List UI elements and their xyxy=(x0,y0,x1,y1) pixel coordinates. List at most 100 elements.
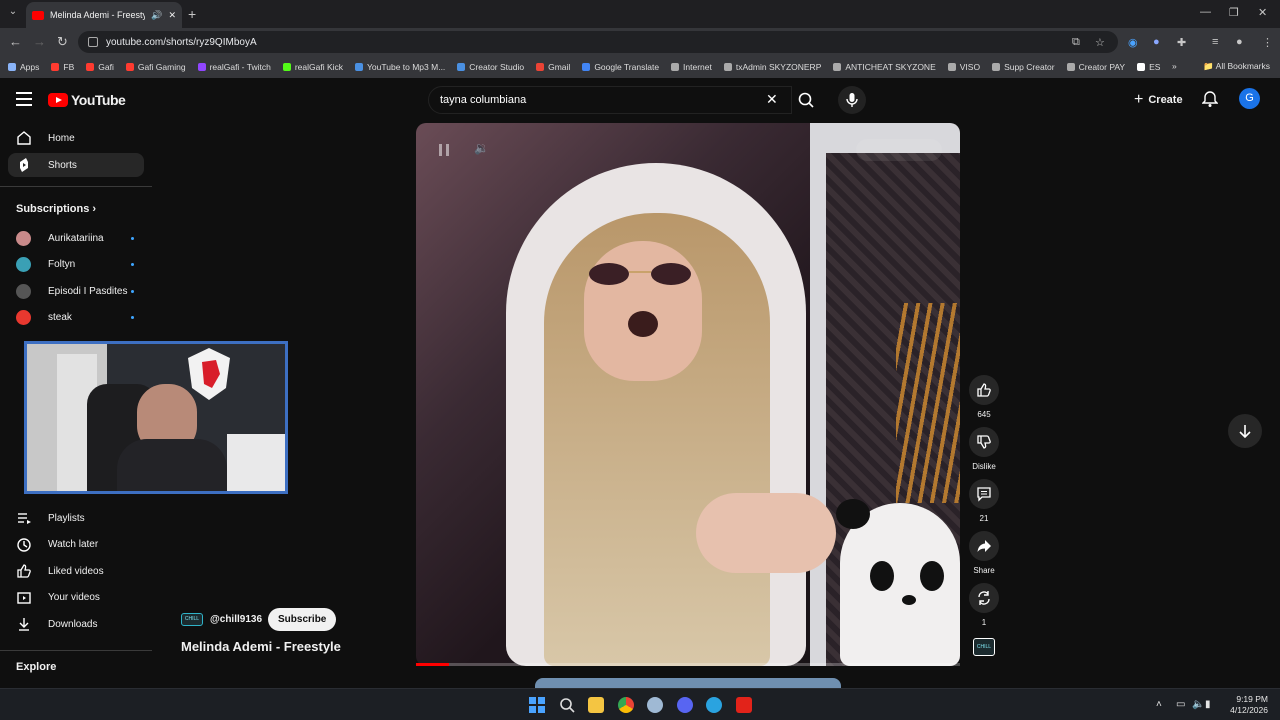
bookmark-favicon-icon xyxy=(51,63,60,71)
search-button[interactable] xyxy=(792,86,822,114)
search-icon[interactable] xyxy=(559,697,575,713)
sidebar-item-home[interactable]: Home xyxy=(8,126,144,150)
chrome-icon[interactable] xyxy=(617,697,634,713)
back-icon[interactable]: ← xyxy=(9,34,22,49)
system-clock[interactable]: 9:19 PM 4/12/2026 xyxy=(1230,694,1268,716)
bookmark-favicon-icon xyxy=(86,63,95,71)
bookmark-item[interactable]: Supp Creator xyxy=(992,62,1055,72)
video-progress-bar[interactable] xyxy=(416,663,960,666)
adobe-icon[interactable] xyxy=(735,697,752,713)
reload-icon[interactable]: ↻ xyxy=(57,34,68,50)
dislike-button[interactable] xyxy=(969,427,999,457)
next-short-button[interactable] xyxy=(1228,414,1262,448)
site-info-icon[interactable] xyxy=(88,37,98,47)
bookmark-item[interactable]: YouTube to Mp3 M... xyxy=(355,62,445,72)
tab-search-button[interactable]: ⌄ xyxy=(6,6,20,20)
extensions-puzzle-icon[interactable]: ✚ xyxy=(1177,36,1186,49)
telegram-icon[interactable] xyxy=(706,697,722,713)
speaker-icon[interactable]: 🔊 xyxy=(151,10,162,21)
subscription-item[interactable]: steak xyxy=(8,306,144,330)
bookmark-item[interactable]: ES xyxy=(1137,62,1160,72)
bookmark-item[interactable]: realGafi Kick xyxy=(282,62,343,72)
clear-search-icon[interactable]: ✕ xyxy=(766,91,778,108)
sidebar-item-downloads[interactable]: Downloads xyxy=(8,612,144,636)
comment-icon xyxy=(977,487,991,502)
account-avatar[interactable]: G xyxy=(1239,88,1260,109)
new-tab-button[interactable]: + xyxy=(188,6,196,22)
bookmark-item[interactable]: Google Translate xyxy=(582,62,659,72)
bookmark-star-icon[interactable]: ☆ xyxy=(1095,36,1105,49)
browser-menu-icon[interactable]: ⋮ xyxy=(1262,36,1273,49)
bookmark-item[interactable]: txAdmin SKYZONERP xyxy=(723,62,821,72)
like-button[interactable] xyxy=(969,375,999,405)
bookmark-item[interactable]: Creator Studio xyxy=(457,62,524,72)
share-action: Share xyxy=(969,531,999,575)
extension-icon[interactable]: ◉ xyxy=(1128,36,1138,49)
remix-button[interactable] xyxy=(969,583,999,613)
subscriptions-header[interactable]: Subscriptions › xyxy=(16,203,96,215)
channel-thumbnail-button[interactable]: CHILL xyxy=(973,638,995,656)
shorts-video-player[interactable]: 🔉 xyxy=(416,123,960,666)
all-bookmarks-button[interactable]: 📁 All Bookmarks xyxy=(1203,61,1270,72)
share-icon xyxy=(977,540,991,552)
network-icon[interactable]: ▭ xyxy=(1176,699,1185,710)
youtube-logo[interactable]: YouTube xyxy=(48,92,126,108)
extension-2-icon[interactable]: ● xyxy=(1153,36,1160,48)
voice-search-button[interactable] xyxy=(838,86,866,114)
bookmark-item[interactable]: Gafi Gaming xyxy=(125,62,186,72)
battery-icon[interactable]: ▮ xyxy=(1205,699,1211,710)
clock-time: 9:19 PM xyxy=(1236,694,1268,704)
subscription-item[interactable]: Aurikatariina xyxy=(8,226,144,250)
browser-tab[interactable]: Melinda Ademi - Freestyle 🔊 ✕ xyxy=(26,2,182,28)
profile-icon[interactable]: ● xyxy=(1236,36,1243,48)
subscription-item[interactable]: Foltyn xyxy=(8,253,144,277)
address-bar[interactable]: youtube.com/shorts/ryz9QIMboyA xyxy=(78,31,1118,53)
bookmark-item[interactable]: Gafi xyxy=(86,62,114,72)
comments-button[interactable] xyxy=(969,479,999,509)
bookmarks-overflow-icon[interactable]: » xyxy=(1172,61,1177,71)
comment-count: 21 xyxy=(979,514,989,523)
short-title[interactable]: Melinda Ademi - Freestyle xyxy=(181,639,341,654)
notifications-bell-icon[interactable] xyxy=(1202,90,1218,108)
url-text[interactable]: youtube.com/shorts/ryz9QIMboyA xyxy=(106,37,257,48)
steam-icon[interactable] xyxy=(647,697,663,713)
bookmark-item[interactable]: VISO xyxy=(947,62,980,72)
hamburger-menu-icon[interactable] xyxy=(16,92,32,106)
divider xyxy=(0,650,152,651)
tray-overflow-icon[interactable]: ˄ xyxy=(1156,699,1162,710)
bookmark-item[interactable]: Internet xyxy=(671,62,712,72)
discord-icon[interactable] xyxy=(676,697,693,713)
volume-icon[interactable]: 🔉 xyxy=(474,141,489,155)
sidebar-item-playlists[interactable]: Playlists xyxy=(8,506,144,530)
sidebar-item-your-videos[interactable]: Your videos xyxy=(8,586,144,610)
search-input[interactable]: tayna columbiana xyxy=(428,86,792,114)
minimize-icon[interactable]: — xyxy=(1200,6,1211,18)
forward-icon[interactable]: → xyxy=(33,34,46,49)
tab-close-icon[interactable]: ✕ xyxy=(168,10,176,21)
thumbs-down-icon xyxy=(977,435,991,449)
create-button[interactable]: + Create xyxy=(1134,91,1183,109)
subscribe-button[interactable]: Subscribe xyxy=(268,608,337,631)
avatar xyxy=(16,230,31,246)
bookmark-item[interactable]: realGafi - Twitch xyxy=(197,62,271,72)
install-app-icon[interactable]: ⧉ xyxy=(1072,36,1080,49)
volume-tray-icon[interactable]: 🔈 xyxy=(1192,699,1204,710)
media-controls-icon[interactable]: ≡ xyxy=(1212,36,1218,48)
sidebar-item-watch-later[interactable]: Watch later xyxy=(8,533,144,557)
subscription-item[interactable]: Episodi I Pasdites xyxy=(8,279,144,303)
channel-handle[interactable]: @chill9136 xyxy=(210,614,262,625)
bookmark-item[interactable]: Apps xyxy=(8,62,39,72)
pause-icon[interactable] xyxy=(438,143,450,157)
bookmark-item[interactable]: Gmail xyxy=(536,62,570,72)
bookmark-item[interactable]: FB xyxy=(51,62,74,72)
sidebar-item-shorts[interactable]: Shorts xyxy=(8,153,144,177)
sidebar-item-liked-videos[interactable]: Liked videos xyxy=(8,559,144,583)
channel-avatar[interactable]: CHILL xyxy=(181,613,203,626)
share-button[interactable] xyxy=(969,531,999,561)
maximize-icon[interactable]: ❐ xyxy=(1229,6,1239,19)
window-close-icon[interactable]: ✕ xyxy=(1258,6,1267,19)
start-icon[interactable] xyxy=(529,697,545,713)
bookmark-item[interactable]: Creator PAY xyxy=(1066,62,1125,72)
file-explorer-icon[interactable] xyxy=(588,697,604,713)
bookmark-item[interactable]: ANTICHEAT SKYZONE xyxy=(833,62,936,72)
